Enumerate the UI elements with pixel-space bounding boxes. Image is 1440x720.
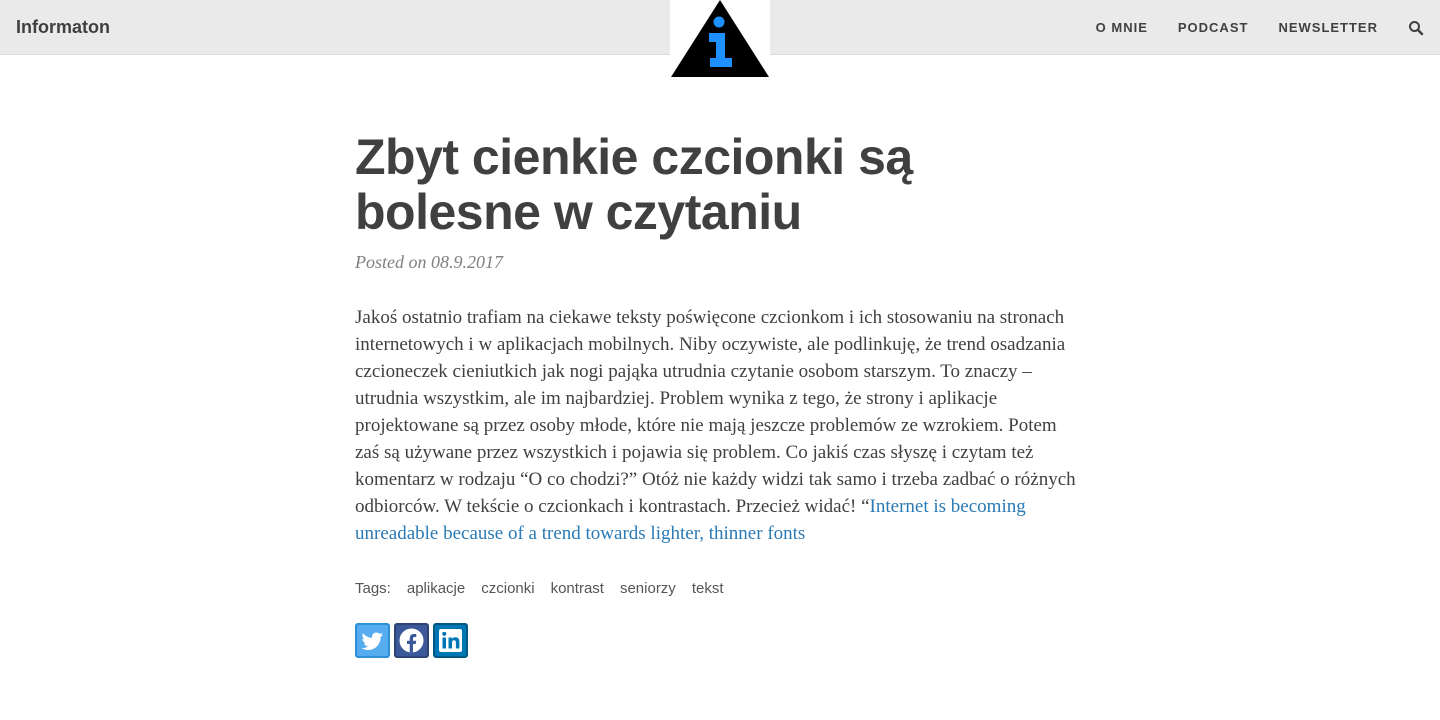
brand-link[interactable]: Informaton [16,16,110,38]
search-icon[interactable] [1408,20,1424,36]
post-title: Zbyt cienkie czcionki są bolesne w czyta… [355,129,913,240]
share-twitter-button[interactable] [355,623,390,658]
post-body-text: Jakoś ostatnio trafiam na ciekawe teksty… [355,307,1076,517]
share-facebook-button[interactable] [394,623,429,658]
tag-link[interactable]: aplikacje [407,580,465,597]
post-article: Zbyt cienkie czcionki są bolesne w czyta… [355,130,1085,658]
nav-item-podcast[interactable]: PODCAST [1178,19,1249,37]
nav-item-newsletter[interactable]: NEWSLETTER [1278,19,1378,37]
tag-link[interactable]: czcionki [481,580,534,597]
linkedin-icon [439,629,462,652]
post-body: Jakoś ostatnio trafiam na ciekawe teksty… [355,304,1085,547]
twitter-icon [361,632,383,650]
share-buttons [355,623,1085,658]
tag-link[interactable]: seniorzy [620,580,676,597]
share-linkedin-button[interactable] [433,623,468,658]
main-nav: O MNIE PODCAST NEWSLETTER [1096,19,1424,37]
post-meta: Posted on 08.9.2017 [355,252,503,272]
tag-link[interactable]: kontrast [551,580,604,597]
facebook-icon [399,628,424,653]
tag-link[interactable]: tekst [692,580,724,597]
site-logo[interactable] [670,0,770,78]
nav-item-o-mnie[interactable]: O MNIE [1096,19,1148,37]
logo-letter-dot [713,16,725,28]
tags-label: Tags: [355,580,391,597]
post-tags: Tags: aplikacje czcionki kontrast senior… [355,580,1085,597]
